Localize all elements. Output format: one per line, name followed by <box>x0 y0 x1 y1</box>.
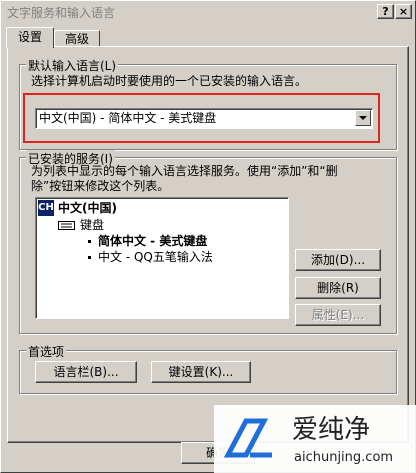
installed-services-description-2: 除”按钮来修改这个列表。 <box>31 179 170 193</box>
watermark-url: aichunjing.com <box>294 450 394 465</box>
tree-service-item[interactable]: 简体中文 - 美式键盘 <box>98 234 207 248</box>
window-title: 文字服务和输入语言 <box>7 6 116 20</box>
installed-services-description-1: 为列表中显示的每个输入语言选择服务。使用“添加”和“删 <box>31 164 338 178</box>
tree-language-node[interactable]: 中文(中国) <box>58 201 117 215</box>
tab-advanced-label: 高级 <box>64 32 89 46</box>
preferences-group-label: 首选项 <box>26 343 67 360</box>
remove-button[interactable]: 删除(R) <box>295 277 381 299</box>
default-language-description: 选择计算机启动时要使用的一个已安装的输入语言。 <box>31 74 308 88</box>
tree-service-item[interactable]: 中文 - QQ五笔输入法 <box>98 250 213 264</box>
language-bar-button[interactable]: 语言栏(B)... <box>35 361 137 383</box>
watermark-brand: 爱纯净 <box>292 415 371 445</box>
tab-settings-label: 设置 <box>17 30 42 44</box>
default-language-value: 中文(中国) - 简体中文 - 美式键盘 <box>39 111 217 125</box>
chevron-down-icon <box>359 116 367 120</box>
keyboard-icon <box>58 221 75 230</box>
logo-icon <box>224 418 272 458</box>
tab-settings[interactable]: 设置 <box>6 27 54 48</box>
title-bar[interactable]: 文字服务和输入语言 ? × <box>3 3 413 20</box>
close-button[interactable]: × <box>395 4 412 19</box>
default-language-group-label: 默认输入语言(L) <box>26 57 119 74</box>
tree-category-node[interactable]: 键盘 <box>80 218 104 232</box>
services-tree[interactable]: CH 中文(中国) 键盘 简体中文 - 美式键盘 中文 - QQ五笔输入法 <box>35 197 289 319</box>
dropdown-button[interactable] <box>355 110 371 126</box>
help-button[interactable]: ? <box>377 4 394 19</box>
bullet-icon <box>88 240 91 243</box>
add-button[interactable]: 添加(D)... <box>295 249 381 271</box>
watermark: 爱纯净 aichunjing.com <box>214 405 416 473</box>
language-badge-icon: CH <box>38 200 54 216</box>
default-language-select[interactable]: 中文(中国) - 简体中文 - 美式键盘 <box>35 108 373 129</box>
properties-button[interactable]: 属性(E)... <box>295 304 381 326</box>
tab-advanced[interactable]: 高级 <box>54 30 100 47</box>
key-settings-button[interactable]: 键设置(K)... <box>151 361 251 383</box>
bullet-icon <box>88 256 91 259</box>
dialog-window: 文字服务和输入语言 ? × 设置 高级 默认输入语言(L) 选择计算机启动时要使… <box>0 0 416 473</box>
